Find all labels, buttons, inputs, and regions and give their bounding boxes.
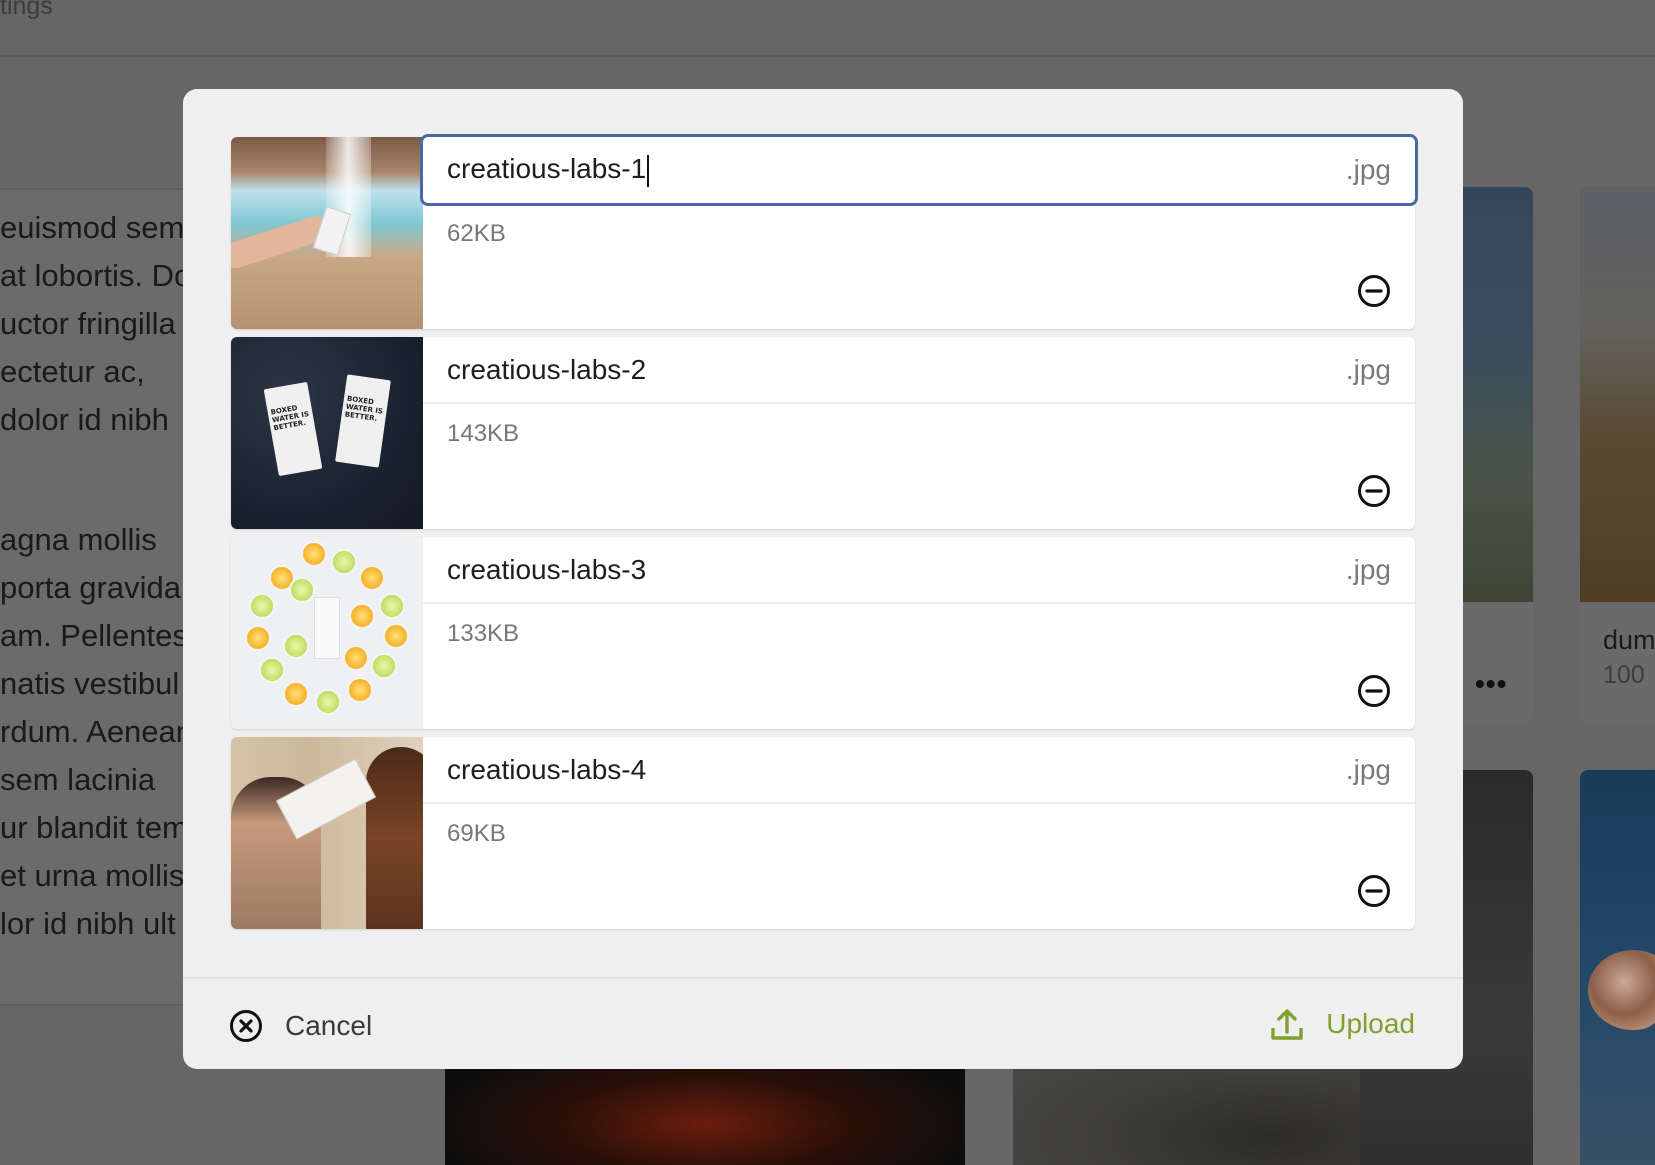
- file-list: creatious-labs-1 .jpg 62KB creatious-lab…: [231, 134, 1418, 937]
- minus-circle-icon[interactable]: [1357, 274, 1391, 308]
- file-thumbnail: [231, 737, 423, 929]
- x-circle-icon: [230, 1010, 262, 1042]
- filename-value: creatious-labs-2: [447, 353, 647, 385]
- file-item: creatious-labs-2 .jpg 143KB: [231, 337, 1415, 529]
- filename-input[interactable]: creatious-labs-2 .jpg: [423, 337, 1415, 404]
- filename-input[interactable]: creatious-labs-4 .jpg: [423, 737, 1415, 804]
- filename-value: creatious-labs-4: [447, 753, 647, 785]
- background-card-title: dum: [1603, 625, 1655, 655]
- filename-input[interactable]: creatious-labs-1 .jpg: [420, 134, 1418, 206]
- more-options-icon: •••: [1475, 668, 1508, 699]
- upload-button[interactable]: Upload: [1270, 1007, 1415, 1041]
- background-text-line: at lobortis. Do: [0, 258, 192, 293]
- file-extension: .jpg: [1345, 553, 1391, 585]
- cancel-button[interactable]: Cancel: [229, 1009, 372, 1043]
- text-caret: [647, 154, 650, 187]
- background-text-line: ur blandit tem: [0, 810, 188, 845]
- background-text-card: euismod sem at lobortis. Do uctor fringi…: [0, 188, 210, 1006]
- background-text-line: euismod sem: [0, 210, 185, 245]
- filename-input[interactable]: creatious-labs-3 .jpg: [423, 537, 1415, 604]
- minus-circle-icon[interactable]: [1357, 674, 1391, 708]
- background-text-line: sem lacinia: [0, 762, 156, 797]
- file-size: 69KB: [447, 820, 506, 847]
- background-text-line: et urna mollis: [0, 858, 185, 893]
- minus-circle-icon[interactable]: [1357, 874, 1391, 908]
- background-media-card: dum 100: [1580, 187, 1655, 723]
- file-size: 62KB: [447, 220, 506, 247]
- file-item: creatious-labs-1 .jpg 62KB: [231, 134, 1418, 329]
- file-thumbnail: [231, 537, 423, 729]
- background-text-line: uctor fringilla: [0, 306, 176, 341]
- file-size: 143KB: [447, 420, 520, 447]
- file-thumbnail: [231, 337, 423, 529]
- background-text-line: am. Pellentes: [0, 618, 188, 653]
- file-extension: .jpg: [1345, 753, 1391, 785]
- background-text-line: ectetur ac,: [0, 354, 145, 389]
- background-topbar-title: tings: [0, 0, 53, 20]
- dialog-footer: Cancel Upload: [183, 977, 1463, 1069]
- file-item: creatious-labs-3 .jpg 133KB: [231, 537, 1415, 729]
- file-extension: .jpg: [1345, 353, 1391, 385]
- background-text-line: natis vestibul: [0, 666, 180, 701]
- background-text-line: dolor id nibh: [0, 402, 169, 437]
- background-text-line: rdum. Aenean: [0, 714, 194, 749]
- background-text-line: lor id nibh ult: [0, 906, 176, 941]
- upload-dialog: creatious-labs-1 .jpg 62KB creatious-lab…: [183, 89, 1463, 1069]
- background-text-line: agna mollis: [0, 522, 157, 557]
- upload-arrow-icon: [1271, 1009, 1303, 1040]
- background-card-photo: [1580, 187, 1655, 602]
- filename-value: creatious-labs-3: [447, 553, 647, 585]
- background-card-subtitle: 100: [1603, 661, 1645, 689]
- file-extension: .jpg: [1345, 154, 1391, 185]
- file-size: 133KB: [447, 620, 520, 647]
- background-text-line: porta gravida: [0, 570, 181, 605]
- filename-value: creatious-labs-1: [447, 153, 647, 185]
- background-topbar: tings: [0, 0, 1655, 57]
- file-thumbnail: [231, 137, 423, 329]
- background-photo: [1580, 770, 1655, 1165]
- cancel-label: Cancel: [285, 1010, 373, 1041]
- minus-circle-icon[interactable]: [1357, 474, 1391, 508]
- upload-label: Upload: [1326, 1008, 1415, 1039]
- file-item: creatious-labs-4 .jpg 69KB: [231, 737, 1415, 929]
